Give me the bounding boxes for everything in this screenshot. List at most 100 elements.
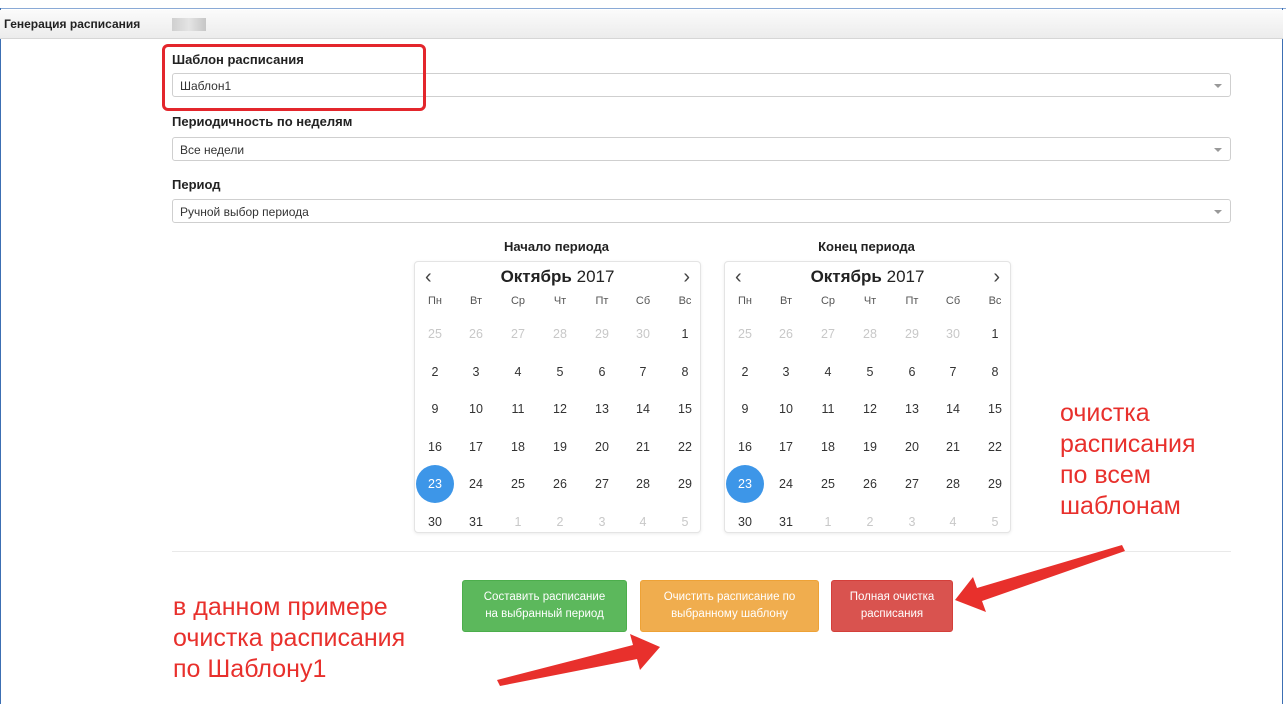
calendar-day[interactable]: 31: [457, 503, 495, 541]
calendar-day[interactable]: 16: [726, 428, 764, 466]
calendar-day[interactable]: 3: [767, 353, 805, 391]
calendar-day[interactable]: 17: [457, 428, 495, 466]
chevron-right-icon[interactable]: ›: [993, 266, 1000, 288]
period-select[interactable]: Ручной выбор периода: [172, 199, 1231, 223]
calendar-day[interactable]: 31: [767, 503, 805, 541]
calendar-day[interactable]: 1: [976, 315, 1014, 353]
calendar-day[interactable]: 16: [416, 428, 454, 466]
calendar-day-other-month[interactable]: 25: [726, 315, 764, 353]
calendar-day-other-month[interactable]: 1: [809, 503, 847, 541]
chevron-down-icon: [1214, 210, 1222, 214]
calendar-day-other-month[interactable]: 28: [851, 315, 889, 353]
weeks-select[interactable]: Все недели: [172, 137, 1231, 161]
calendar-day[interactable]: 18: [499, 428, 537, 466]
calendar-day-selected[interactable]: 23: [726, 465, 764, 503]
calendar-day-other-month[interactable]: 3: [583, 503, 621, 541]
calendar-day[interactable]: 4: [809, 353, 847, 391]
calendar-day[interactable]: 7: [934, 353, 972, 391]
calendar-day-other-month[interactable]: 4: [934, 503, 972, 541]
calendar-day-other-month[interactable]: 26: [457, 315, 495, 353]
calendar-day[interactable]: 10: [457, 390, 495, 428]
calendar-day[interactable]: 8: [976, 353, 1014, 391]
calendar-month-year: Октябрь 2017: [415, 267, 700, 287]
calendar-day[interactable]: 25: [499, 465, 537, 503]
calendar-day[interactable]: 28: [624, 465, 662, 503]
calendar-day-other-month[interactable]: 26: [767, 315, 805, 353]
button-label-line: Очистить расписание по: [663, 591, 796, 603]
calendar-day-other-month[interactable]: 28: [541, 315, 579, 353]
calendar-day[interactable]: 12: [851, 390, 889, 428]
calendar-day[interactable]: 27: [893, 465, 931, 503]
calendar-day[interactable]: 26: [851, 465, 889, 503]
weekday-header: Пн: [428, 295, 442, 307]
calendar-day[interactable]: 2: [416, 353, 454, 391]
calendar-day[interactable]: 8: [666, 353, 704, 391]
calendar-day-other-month[interactable]: 27: [809, 315, 847, 353]
calendar-day[interactable]: 14: [934, 390, 972, 428]
generate-schedule-button[interactable]: Составить расписание на выбранный период: [462, 580, 627, 632]
calendar-day[interactable]: 9: [726, 390, 764, 428]
calendar-day[interactable]: 26: [541, 465, 579, 503]
calendar-day[interactable]: 4: [499, 353, 537, 391]
calendar-day[interactable]: 19: [541, 428, 579, 466]
calendar-day[interactable]: 10: [767, 390, 805, 428]
weekday-header: Вс: [988, 295, 1002, 307]
calendar-day[interactable]: 24: [767, 465, 805, 503]
calendar-day[interactable]: 28: [934, 465, 972, 503]
clear-by-template-button[interactable]: Очистить расписание по выбранному шаблон…: [640, 580, 819, 632]
calendar-day[interactable]: 18: [809, 428, 847, 466]
calendar-day[interactable]: 22: [666, 428, 704, 466]
calendar-day[interactable]: 21: [624, 428, 662, 466]
calendar-day-other-month[interactable]: 5: [666, 503, 704, 541]
calendar-day[interactable]: 7: [624, 353, 662, 391]
calendar-day[interactable]: 15: [666, 390, 704, 428]
calendar-day[interactable]: 29: [976, 465, 1014, 503]
calendar-day-selected[interactable]: 23: [416, 465, 454, 503]
calendar-day[interactable]: 12: [541, 390, 579, 428]
calendar-day-other-month[interactable]: 27: [499, 315, 537, 353]
calendar-day[interactable]: 15: [976, 390, 1014, 428]
calendar-day-other-month[interactable]: 29: [893, 315, 931, 353]
calendar-day-other-month[interactable]: 30: [624, 315, 662, 353]
end-calendar: ‹ Октябрь 2017 › Пн Вт Ср Чт Пт Сб Вс 25 26 27 28 2…: [724, 261, 1011, 533]
calendar-day[interactable]: 29: [666, 465, 704, 503]
calendar-day[interactable]: 13: [893, 390, 931, 428]
calendar-day[interactable]: 20: [893, 428, 931, 466]
calendar-day[interactable]: 3: [457, 353, 495, 391]
calendar-day[interactable]: 2: [726, 353, 764, 391]
calendar-day-other-month[interactable]: 3: [893, 503, 931, 541]
calendar-day[interactable]: 6: [583, 353, 621, 391]
calendar-day[interactable]: 5: [541, 353, 579, 391]
calendar-day-other-month[interactable]: 2: [541, 503, 579, 541]
calendar-day[interactable]: 14: [624, 390, 662, 428]
calendar-day-other-month[interactable]: 1: [499, 503, 537, 541]
calendar-day[interactable]: 21: [934, 428, 972, 466]
annotation-line: по Шаблону1: [173, 655, 327, 683]
calendar-day[interactable]: 25: [809, 465, 847, 503]
calendar-day-other-month[interactable]: 4: [624, 503, 662, 541]
calendar-day[interactable]: 1: [666, 315, 704, 353]
calendar-day[interactable]: 20: [583, 428, 621, 466]
calendar-day[interactable]: 17: [767, 428, 805, 466]
calendar-day[interactable]: 11: [809, 390, 847, 428]
calendar-day-other-month[interactable]: 2: [851, 503, 889, 541]
calendar-day[interactable]: 11: [499, 390, 537, 428]
calendar-day[interactable]: 30: [726, 503, 764, 541]
calendar-day[interactable]: 9: [416, 390, 454, 428]
calendar-day-other-month[interactable]: 5: [976, 503, 1014, 541]
calendar-month: Октябрь: [500, 267, 572, 286]
calendar-day-other-month[interactable]: 25: [416, 315, 454, 353]
calendar-day[interactable]: 27: [583, 465, 621, 503]
calendar-day[interactable]: 24: [457, 465, 495, 503]
calendar-day-other-month[interactable]: 29: [583, 315, 621, 353]
chevron-right-icon[interactable]: ›: [683, 266, 690, 288]
calendar-day[interactable]: 5: [851, 353, 889, 391]
calendar-day-other-month[interactable]: 30: [934, 315, 972, 353]
annotation-clear-all: очистка расписания по всем шаблонам: [1060, 398, 1196, 522]
calendar-day[interactable]: 6: [893, 353, 931, 391]
calendar-day[interactable]: 19: [851, 428, 889, 466]
calendar-day[interactable]: 22: [976, 428, 1014, 466]
calendar-day[interactable]: 30: [416, 503, 454, 541]
clear-all-button[interactable]: Полная очистка расписания: [831, 580, 953, 632]
calendar-day[interactable]: 13: [583, 390, 621, 428]
